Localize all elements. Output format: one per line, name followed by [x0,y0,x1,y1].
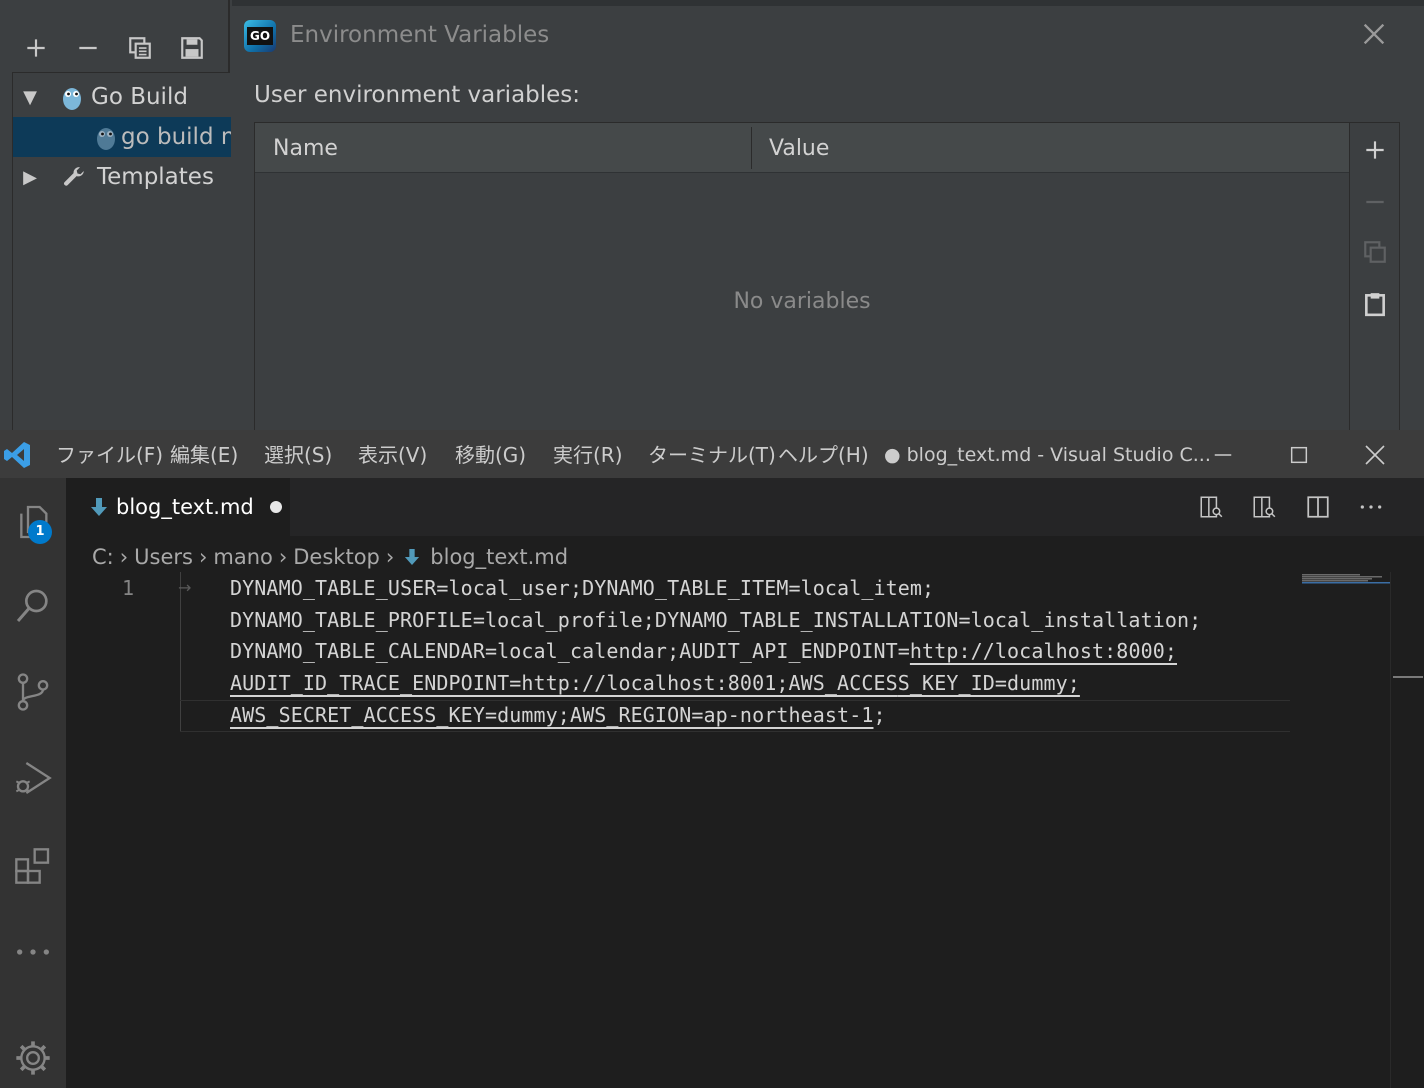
config-tree: ▼ Go Build go build m ▶ Templates [12,72,231,430]
run-debug-icon[interactable] [0,750,66,806]
search-icon[interactable] [0,578,66,634]
environment-variables-dialog: GO Environment Variables User environmen… [232,0,1424,430]
collapse-triangle-icon[interactable]: ▼ [21,87,39,108]
markdown-file-icon [90,497,108,517]
menu-selection[interactable]: 選択(S) [264,430,332,478]
code-line-1: DYNAMO_TABLE_USER=local_user;DYNAMO_TABL… [230,576,935,600]
code-line-4: AUDIT_ID_TRACE_ENDPOINT=http://localhost… [230,671,1080,695]
menu-help[interactable]: ヘルプ(H) [778,430,869,478]
settings-gear-icon[interactable] [0,1030,66,1086]
markdown-file-icon [404,547,420,567]
save-icon[interactable] [174,30,210,66]
code-link[interactable]: AWS_SECRET_ACCESS_KEY=dummy;AWS_REGION=a… [230,703,873,727]
code-line-3: DYNAMO_TABLE_CALENDAR=local_calendar;AUD… [230,639,1177,663]
breadcrumb-users[interactable]: Users [134,545,193,569]
code-line-2: DYNAMO_TABLE_PROFILE=local_profile;DYNAM… [230,608,1202,632]
line-number: 1 [122,576,135,600]
tab-blog-text-md[interactable]: blog_text.md [66,478,290,536]
expand-triangle-icon[interactable]: ▶ [21,167,39,188]
menu-terminal[interactable]: ターミナル(T) [648,430,776,478]
activity-bar: 1 [0,478,66,1088]
remove-variable-icon[interactable] [1358,185,1392,219]
menu-go[interactable]: 移動(G) [455,430,526,478]
copy-variable-icon[interactable] [1358,235,1392,269]
tree-item-go-build-config[interactable]: go build m [13,117,231,157]
user-env-label: User environment variables: [254,82,581,108]
add-variable-icon[interactable] [1358,133,1392,167]
minimize-icon[interactable] [1206,438,1240,472]
table-header: Name Value [255,123,1349,173]
more-icon[interactable] [0,924,66,980]
gopher-icon [95,124,117,150]
open-preview-icon[interactable] [1196,492,1226,522]
minimap[interactable] [1302,574,1390,584]
code-line-5: AWS_SECRET_ACCESS_KEY=dummy;AWS_REGION=a… [230,703,886,727]
source-control-icon[interactable] [0,664,66,720]
chevron-right-icon: › [198,545,208,569]
vscode-window: ファイル(F) 編集(E) 選択(S) 表示(V) 移動(G) 実行(R) ター… [0,430,1424,1088]
code-text: ; [873,703,886,727]
run-configurations-window: ▼ Go Build go build m ▶ Templates [0,0,1424,430]
maximize-icon[interactable] [1282,438,1316,472]
breadcrumb: C: › Users › mano › Desktop › blog_text.… [92,542,568,572]
scroll-position-marker[interactable] [1393,676,1423,678]
column-header-name[interactable]: Name [273,123,338,173]
tree-item-go-build[interactable]: ▼ Go Build [13,77,231,117]
extensions-icon[interactable] [0,838,66,894]
close-window-icon[interactable] [1358,438,1392,472]
chevron-right-icon: › [278,545,288,569]
code-text: DYNAMO_TABLE_CALENDAR=local_calendar;AUD… [230,639,910,663]
vscode-logo-icon[interactable] [2,440,32,470]
menu-run[interactable]: 実行(R) [553,430,623,478]
code-link[interactable]: S_KEY_ID=dummy; [898,671,1080,695]
column-header-value[interactable]: Value [769,123,829,173]
tree-label-go-build: Go Build [91,84,188,110]
env-variables-table[interactable]: Name Value No variables [254,122,1400,430]
empty-table-text: No variables [733,289,871,314]
title-bar: ファイル(F) 編集(E) 選択(S) 表示(V) 移動(G) 実行(R) ター… [0,430,1424,478]
split-editor-icon[interactable] [1303,492,1333,522]
menu-file[interactable]: ファイル(F) [56,430,163,478]
goland-logo-icon: GO [244,20,276,52]
column-divider[interactable] [751,127,752,169]
add-icon[interactable] [18,30,54,66]
code-link[interactable]: AUDIT_ID_TRACE_ENDPOINT=http://localhost… [230,671,898,695]
chevron-right-icon: › [385,545,395,569]
tree-label-templates: Templates [97,164,214,190]
gopher-icon [61,84,83,110]
copy-icon[interactable] [122,30,158,66]
table-toolbar [1349,123,1399,430]
close-icon[interactable] [1360,20,1388,48]
open-preview-side-icon[interactable] [1249,492,1279,522]
explorer-badge: 1 [28,520,52,544]
unsaved-dot-icon[interactable] [269,501,282,513]
tab-label: blog_text.md [116,495,254,519]
code-editor[interactable]: 1 → DYNAMO_TABLE_USER=local_user;DYNAMO_… [66,572,1390,1088]
run-config-panel: ▼ Go Build go build m ▶ Templates [0,0,231,430]
wrap-arrow-icon: → [178,578,192,597]
breadcrumb-mano[interactable]: mano [213,545,272,569]
tree-label-go-build-config: go build m [121,124,231,150]
chevron-right-icon: › [119,545,129,569]
menu-edit[interactable]: 編集(E) [170,430,238,478]
editor-tab-bar: blog_text.md [66,478,1424,536]
remove-icon[interactable] [70,30,106,66]
menu-view[interactable]: 表示(V) [358,430,427,478]
tree-item-templates[interactable]: ▶ Templates [13,157,231,197]
wrench-icon [61,164,87,190]
breadcrumb-drive[interactable]: C: [92,545,114,569]
more-actions-icon[interactable] [1356,492,1386,522]
breadcrumb-desktop[interactable]: Desktop [293,545,380,569]
code-link[interactable]: http://localhost:8000; [910,639,1177,663]
dialog-title: Environment Variables [290,22,550,48]
breadcrumb-file[interactable]: blog_text.md [430,545,568,569]
paste-icon[interactable] [1358,287,1392,321]
vertical-scrollbar[interactable] [1390,572,1424,1088]
window-title: ● blog_text.md - Visual Studio C... [884,444,1211,466]
